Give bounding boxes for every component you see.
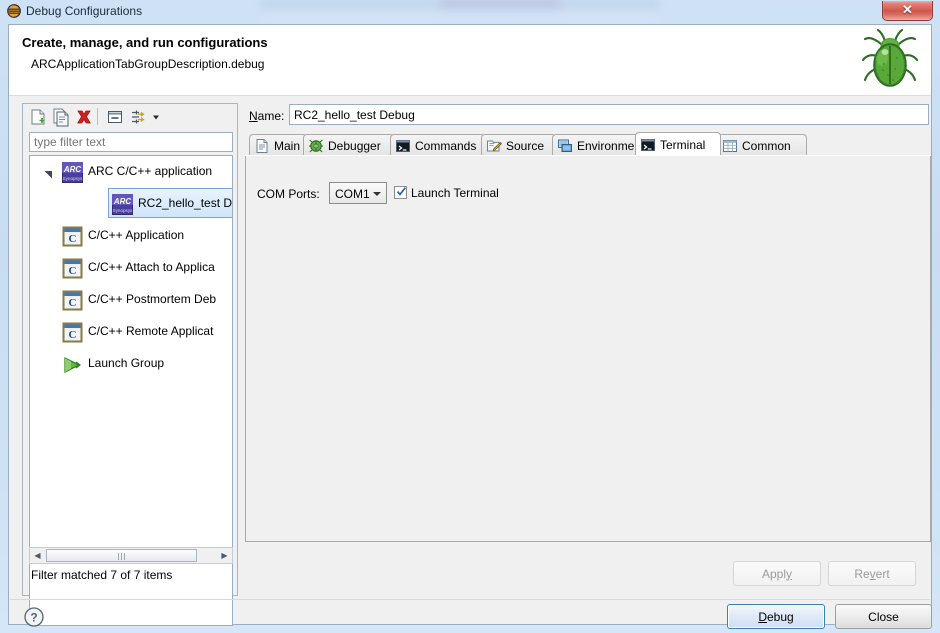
active-tab-seam (245, 155, 931, 156)
svg-text:C: C (69, 297, 77, 309)
scroll-left-arrow-icon[interactable]: ◀ (30, 548, 45, 563)
scrollbar-thumb[interactable] (46, 549, 197, 562)
common-table-icon (722, 138, 738, 154)
tree-item-label: C/C++ Attach to Applica (88, 260, 215, 274)
tree-item-c-cpp-remote-application[interactable]: C C/C++ Remote Applicat (30, 316, 232, 348)
tab-main[interactable]: Main (249, 134, 307, 156)
tab-folder: Main Debugger Commands Source Environmen… (245, 132, 931, 565)
com-ports-value: COM1 (335, 187, 370, 201)
checkmark-icon (396, 186, 407, 197)
delete-configuration-button[interactable] (73, 107, 95, 127)
tab-terminal[interactable]: Terminal (635, 132, 721, 156)
new-configuration-button[interactable] (27, 107, 49, 127)
tab-label: Common (742, 139, 791, 153)
window-chrome: Debug Configurations ✕ Create, manage, a… (0, 0, 940, 633)
tab-label: Main (274, 139, 301, 153)
tree-toolbar (23, 104, 237, 130)
arc-synopsys-icon: ARC Synopsys (62, 162, 83, 186)
tree-item-label: ARC C/C++ application (88, 164, 213, 178)
svg-text:ARC: ARC (63, 165, 82, 174)
tab-debugger[interactable]: Debugger (303, 134, 394, 156)
tree-item-label: RC2_hello_test De (138, 196, 233, 210)
name-row: Name: (245, 103, 931, 129)
tree-item-launch-group[interactable]: Launch Group (30, 348, 232, 380)
close-dialog-button[interactable]: Close (835, 604, 932, 629)
duplicate-configuration-button[interactable] (50, 107, 72, 127)
svg-text:ARC: ARC (113, 197, 132, 206)
footer-divider (10, 599, 930, 600)
configuration-editor-panel: Name: Main (245, 103, 931, 596)
debug-button[interactable]: Debug (727, 604, 825, 629)
com-ports-select[interactable]: COM1 (329, 182, 387, 204)
tab-common[interactable]: Common (717, 134, 807, 156)
arc-synopsys-icon: ARC Synopsys (112, 194, 133, 218)
document-page-icon (254, 138, 270, 154)
tab-strip: Main Debugger Commands Source Environmen… (245, 132, 931, 156)
close-icon: ✕ (902, 2, 913, 17)
terminal-tab-panel: COM Ports: COM1 Launch Terminal (245, 155, 931, 542)
scroll-right-arrow-icon[interactable]: ▶ (217, 548, 232, 563)
tree-item-arc-application[interactable]: ARC Synopsys ARC C/C++ application (30, 156, 232, 188)
tree-item-c-cpp-postmortem-debugger[interactable]: C C/C++ Postmortem Deb (30, 284, 232, 316)
tree-item-label: Launch Group (88, 356, 165, 370)
tree-item-c-cpp-application[interactable]: C C/C++ Application (30, 220, 232, 252)
view-menu-button[interactable] (149, 107, 163, 127)
dialog-header: Create, manage, and run configurations A… (9, 25, 931, 96)
tab-label: Commands (415, 139, 477, 153)
configuration-name-input[interactable] (289, 104, 929, 125)
environment-monitor-icon (557, 138, 573, 154)
svg-text:C: C (69, 265, 77, 277)
filter-launch-configurations-button[interactable] (127, 107, 149, 127)
svg-text:C: C (69, 233, 77, 245)
c-cpp-app-icon: C (62, 258, 83, 282)
svg-text:C: C (69, 329, 77, 341)
svg-text:Synopsys: Synopsys (63, 176, 83, 181)
tab-label: Debugger (328, 139, 381, 153)
tree-item-c-cpp-attach-to-application[interactable]: C C/C++ Attach to Applica (30, 252, 232, 284)
toolbar-divider (97, 108, 98, 125)
tab-source[interactable]: Source (481, 134, 556, 156)
c-cpp-app-icon: C (62, 290, 83, 314)
tree-item-rc2-hello-test-debug[interactable]: ARC Synopsys RC2_hello_test De (30, 188, 232, 220)
source-pencil-icon (486, 138, 503, 154)
com-ports-label: COM Ports: (257, 187, 320, 201)
tree-item-label: C/C++ Application (88, 228, 185, 242)
page-title: Create, manage, and run configurations (22, 35, 268, 50)
c-cpp-app-icon: C (62, 226, 83, 250)
green-bug-icon (857, 28, 923, 92)
collapse-all-button[interactable] (104, 107, 126, 127)
c-cpp-app-icon: C (62, 322, 83, 346)
terminal-console-icon (395, 138, 411, 154)
launch-terminal-checkbox[interactable] (394, 186, 407, 199)
titlebar: Debug Configurations ✕ (0, 0, 940, 22)
tab-label: Source (506, 139, 545, 153)
eclipse-circle-icon (7, 4, 21, 18)
tab-label: Terminal (660, 138, 706, 152)
svg-text:Synopsys: Synopsys (113, 208, 133, 213)
window-title: Debug Configurations (26, 4, 143, 18)
close-window-button[interactable]: ✕ (882, 1, 933, 21)
debug-configurations-dialog: Create, manage, and run configurations A… (8, 24, 932, 629)
name-label: Name: (249, 109, 285, 123)
svg-text:?: ? (30, 611, 37, 625)
launch-terminal-label[interactable]: Launch Terminal (411, 186, 499, 200)
launch-group-green-arrow-icon (63, 356, 83, 377)
search-input[interactable] (29, 132, 233, 152)
scrollbar-grip-icon (117, 553, 126, 560)
question-mark-help-icon[interactable]: ? (23, 606, 45, 628)
revert-button[interactable]: Revert (828, 561, 916, 586)
tree-horizontal-scrollbar[interactable]: ◀ ▶ (29, 547, 233, 564)
tree-item-label: C/C++ Postmortem Deb (88, 292, 217, 306)
launch-configurations-panel: ARC Synopsys ARC C/C++ application ARC (22, 103, 238, 626)
terminal-console-icon (640, 137, 656, 153)
page-subtitle: ARCApplicationTabGroupDescription.debug (31, 57, 265, 71)
apply-button[interactable]: Apply (733, 561, 821, 586)
green-bug-gear-icon (308, 138, 324, 154)
chevron-down-icon (373, 192, 381, 196)
tab-commands[interactable]: Commands (390, 134, 485, 156)
tree-item-label: C/C++ Remote Applicat (88, 324, 214, 338)
filter-status-text: Filter matched 7 of 7 items (31, 568, 173, 582)
